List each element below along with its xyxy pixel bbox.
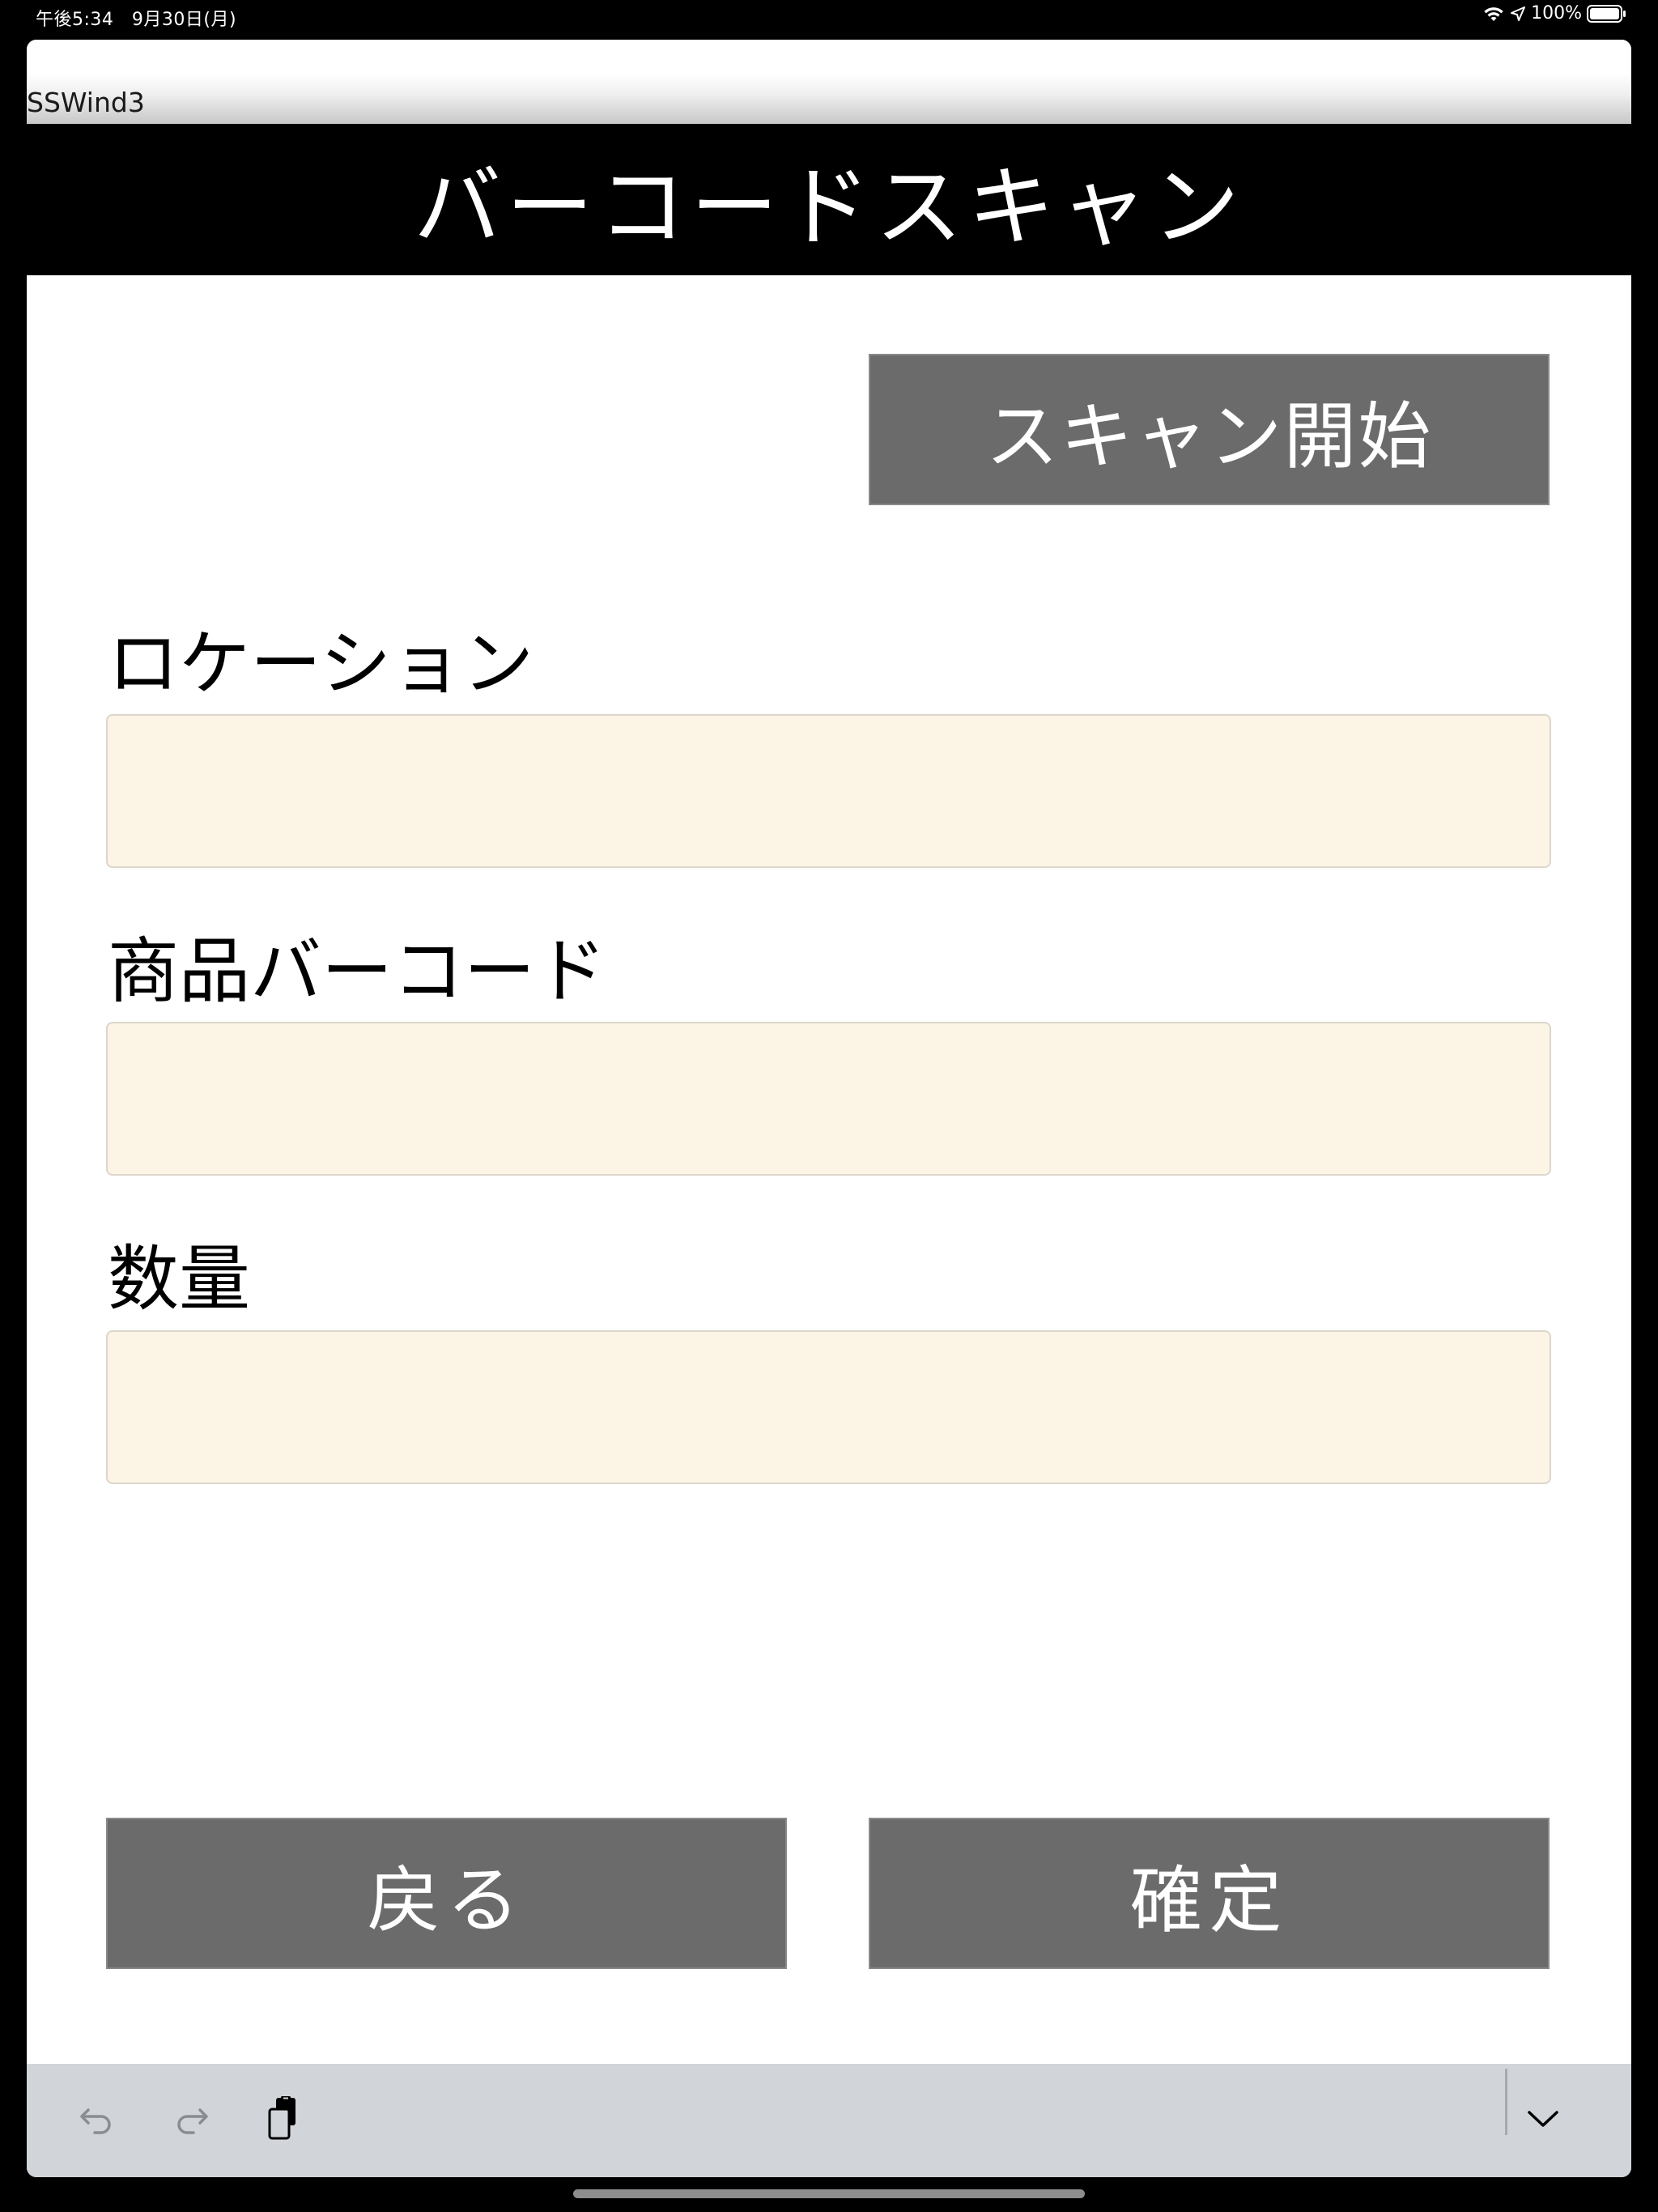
scan-start-button[interactable]: スキャン開始: [869, 354, 1550, 505]
page-title: バーコードスキャン: [413, 156, 1244, 258]
redo-icon: [171, 2099, 211, 2142]
location-input[interactable]: [106, 714, 1551, 868]
location-label: ロケーション: [108, 622, 534, 705]
app-window: SSWind3 バーコードスキャン スキャン開始 ロケーション 商品バーコード …: [27, 40, 1631, 2177]
location-arrow-icon: [1510, 6, 1526, 22]
product-barcode-input[interactable]: [106, 1022, 1551, 1176]
confirm-button[interactable]: 確定: [869, 1818, 1550, 1969]
barcode-label: 商品バーコード: [108, 929, 607, 1013]
wifi-icon: [1482, 5, 1505, 23]
window-titlebar: SSWind3: [27, 40, 1631, 124]
home-indicator: [573, 2189, 1085, 2198]
battery-icon: [1587, 4, 1627, 23]
undo-button[interactable]: [69, 2092, 125, 2149]
status-indicators: 100%: [1482, 3, 1627, 23]
chevron-down-icon: [1523, 2103, 1563, 2138]
status-time-date: 午後5:34 9月30日(月): [36, 10, 237, 30]
quantity-input[interactable]: [106, 1330, 1551, 1484]
header-bar: バーコードスキャン: [27, 124, 1631, 275]
undo-icon: [77, 2099, 117, 2142]
paste-button[interactable]: [255, 2092, 312, 2149]
status-bar: 午後5:34 9月30日(月) 100%: [0, 0, 1658, 37]
dismiss-keyboard-button[interactable]: [1515, 2092, 1571, 2149]
quantity-label: 数量: [108, 1237, 251, 1321]
window-title: SSWind3: [27, 87, 145, 118]
paste-icon: [263, 2095, 304, 2146]
battery-percent: 100%: [1531, 3, 1582, 23]
shortcut-divider: [1505, 2069, 1507, 2135]
redo-button[interactable]: [163, 2092, 219, 2149]
keyboard-shortcut-bar: [27, 2064, 1631, 2177]
back-button[interactable]: 戻る: [106, 1818, 787, 1969]
